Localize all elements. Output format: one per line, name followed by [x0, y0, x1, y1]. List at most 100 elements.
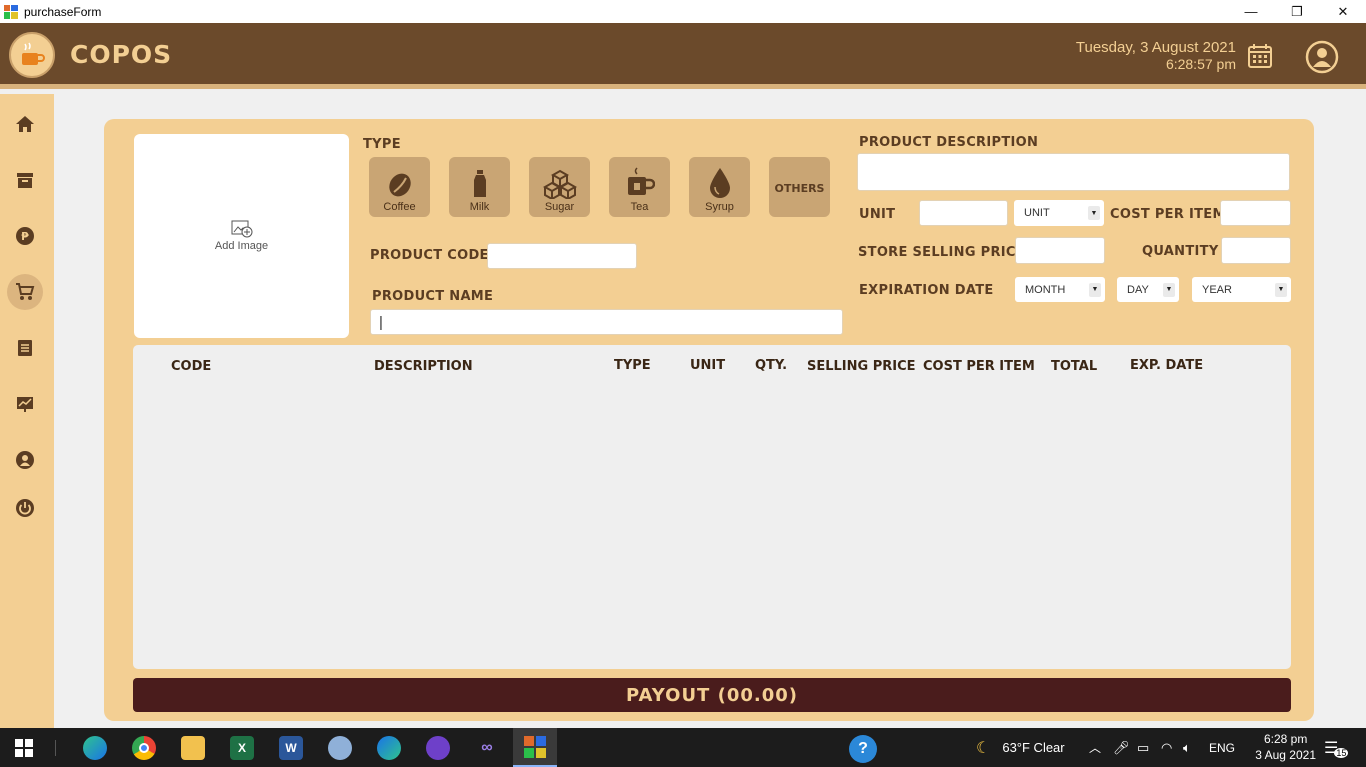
home-icon	[16, 116, 34, 132]
minimize-button[interactable]: —	[1228, 0, 1274, 23]
day-select-value: DAY	[1127, 283, 1149, 296]
month-select[interactable]: MONTH ▼	[1015, 277, 1105, 302]
unit-select-value: UNIT	[1024, 207, 1050, 219]
quantity-label: QUANTITY	[1142, 244, 1219, 259]
type-label: TYPE	[363, 137, 401, 152]
window-titlebar: purchaseForm — ❐ ✕	[0, 0, 1366, 23]
tea-cup-icon	[627, 167, 655, 195]
svg-text:₱: ₱	[21, 230, 29, 243]
column-header-unit: UNIT	[690, 358, 726, 373]
github-desktop-icon[interactable]	[426, 736, 450, 760]
type-button-milk[interactable]: Milk	[449, 157, 510, 217]
type-button-others[interactable]: OTHERS	[769, 157, 830, 217]
volume-icon[interactable]: 🔈︎	[1183, 728, 1191, 767]
add-image-label: Add Image	[214, 240, 269, 252]
column-header-exp-date: EXP. DATE	[1130, 358, 1204, 373]
windows-start-icon[interactable]	[12, 736, 36, 760]
calendar-icon[interactable]	[1247, 43, 1273, 69]
window-title: purchaseForm	[24, 4, 102, 19]
column-header-total: TOTAL	[1051, 359, 1098, 374]
sidebar-item-home[interactable]	[7, 106, 43, 142]
taskbar-date: 3 Aug 2021	[1255, 748, 1316, 762]
sidebar-item-purchase[interactable]	[7, 274, 43, 310]
close-button[interactable]: ✕	[1320, 0, 1366, 23]
paint-icon[interactable]	[328, 736, 352, 760]
payout-button[interactable]: PAYOUT (00.00)	[133, 678, 1291, 712]
sidebar-item-inventory[interactable]	[7, 162, 43, 198]
language-indicator[interactable]: ENG	[1209, 728, 1235, 767]
header-time: 6:28:57 pm	[1165, 56, 1236, 72]
chevron-down-icon: ▼	[1275, 282, 1287, 297]
unit-input[interactable]	[919, 200, 1008, 226]
store-selling-price-input[interactable]	[1015, 237, 1105, 264]
app-header: COPOS Tuesday, 3 August 2021 6:28:57 pm	[0, 23, 1366, 89]
day-select[interactable]: DAY ▼	[1117, 277, 1179, 302]
column-header-description: DESCRIPTION	[374, 359, 473, 374]
file-explorer-icon[interactable]	[181, 736, 205, 760]
edge-beta-icon[interactable]	[377, 736, 401, 760]
sidebar-item-sales[interactable]: ₱	[7, 218, 43, 254]
expiration-date-label: EXPIRATION DATE	[859, 283, 994, 298]
notification-count: 15	[1334, 747, 1349, 758]
battery-icon[interactable]: ▭	[1137, 728, 1149, 767]
column-header-code: CODE	[171, 359, 212, 374]
user-account-icon[interactable]	[1305, 40, 1339, 74]
quantity-input[interactable]	[1221, 237, 1291, 264]
column-header-cost-per-item: COST PER ITEM	[923, 359, 1035, 374]
purchaseform-taskbar-item[interactable]	[513, 728, 557, 767]
product-name-input[interactable]: |	[370, 309, 843, 335]
year-select[interactable]: YEAR ▼	[1192, 277, 1291, 302]
cart-icon	[16, 283, 35, 300]
edge-icon[interactable]	[83, 736, 107, 760]
excel-icon[interactable]: X	[230, 736, 254, 760]
purchase-form-panel: Add Image TYPE Coffee Milk Sugar Tea Syr…	[104, 119, 1314, 721]
type-button-coffee[interactable]: Coffee	[369, 157, 430, 217]
coffee-logo-icon	[9, 32, 55, 78]
add-image-box[interactable]: Add Image	[134, 134, 349, 338]
wifi-icon[interactable]: ◠	[1161, 728, 1172, 767]
product-description-label: PRODUCT DESCRIPTION	[859, 135, 1039, 150]
visual-studio-icon[interactable]: ∞	[475, 736, 499, 760]
type-label-tea: Tea	[630, 201, 649, 213]
product-code-label: PRODUCT CODE	[370, 248, 489, 263]
taskbar-time: 6:28 pm	[1263, 732, 1308, 746]
purchaseform-app-icon	[524, 736, 546, 758]
notification-icon[interactable]: ☰ 15	[1324, 728, 1349, 767]
chrome-icon[interactable]	[132, 736, 156, 760]
taskbar-divider	[55, 740, 56, 756]
type-label-others: OTHERS	[774, 181, 825, 195]
power-icon	[16, 499, 34, 517]
sidebar-item-logout[interactable]	[7, 490, 43, 526]
cost-per-item-input[interactable]	[1220, 200, 1291, 226]
chevron-down-icon: ▼	[1089, 282, 1101, 297]
header-datetime: Tuesday, 3 August 2021 6:28:57 pm	[1076, 40, 1236, 73]
year-select-value: YEAR	[1202, 283, 1232, 296]
weather-widget[interactable]: ☾ 63°F Clear	[976, 728, 1065, 767]
taskbar-clock[interactable]: 6:28 pm 3 Aug 2021	[1255, 731, 1316, 763]
moon-icon: ☾	[976, 739, 991, 757]
sidebar-item-users[interactable]	[7, 442, 43, 478]
purchase-table[interactable]: CODE DESCRIPTION TYPE UNIT QTY. SELLING …	[133, 345, 1291, 669]
column-header-qty: QTY.	[755, 358, 788, 373]
unit-select[interactable]: UNIT ▼	[1014, 200, 1104, 226]
sidebar-item-records[interactable]	[7, 330, 43, 366]
type-label-milk: Milk	[469, 201, 490, 213]
type-button-tea[interactable]: Tea	[609, 157, 670, 217]
milk-bottle-icon	[473, 170, 486, 197]
sidebar-item-reports[interactable]	[7, 386, 43, 422]
sidebar: ₱	[0, 94, 54, 728]
product-description-input[interactable]	[857, 153, 1290, 191]
type-button-syrup[interactable]: Syrup	[689, 157, 750, 217]
help-icon[interactable]: ?	[849, 735, 877, 763]
microphone-icon[interactable]: 🎤︎	[1113, 728, 1130, 767]
type-button-sugar[interactable]: Sugar	[529, 157, 590, 217]
restore-button[interactable]: ❐	[1274, 0, 1320, 23]
product-code-input[interactable]	[487, 243, 637, 269]
cost-per-item-label: COST PER ITEM	[1110, 207, 1226, 222]
brand-name: COPOS	[70, 40, 173, 69]
month-select-value: MONTH	[1025, 283, 1066, 296]
word-icon[interactable]: W	[279, 736, 303, 760]
chevron-up-icon[interactable]: ︿	[1089, 728, 1101, 767]
add-image-icon	[231, 220, 252, 238]
ledger-icon	[18, 340, 32, 356]
